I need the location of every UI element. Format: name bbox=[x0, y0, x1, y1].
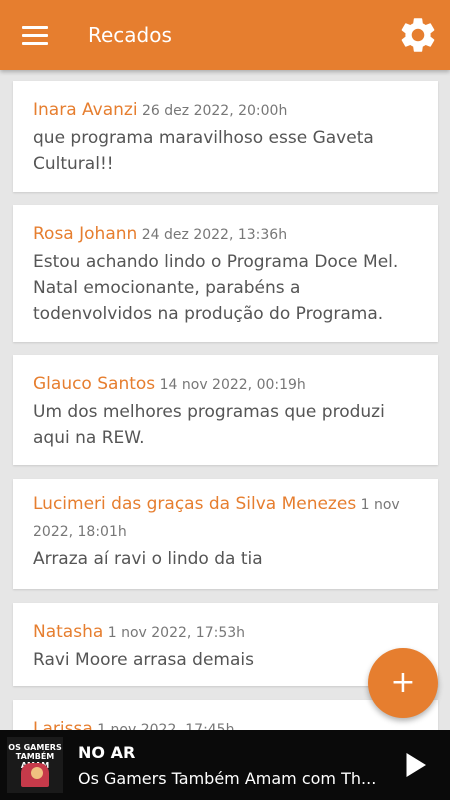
message-author: Lucimeri das graças da Silva Menezes bbox=[33, 494, 357, 514]
thumbnail-figure-head bbox=[31, 767, 43, 779]
add-message-button[interactable]: + bbox=[368, 648, 438, 718]
program-thumbnail: OS GAMERS TAMBÉM AMAM bbox=[7, 737, 63, 793]
message-date: 1 nov 2022, 17:45h bbox=[97, 722, 235, 730]
hamburger-menu-icon[interactable] bbox=[14, 17, 56, 53]
plus-icon: + bbox=[390, 665, 416, 700]
message-card[interactable]: Inara Avanzi 26 dez 2022, 20:00h que pro… bbox=[13, 81, 438, 192]
message-text: Arraza aí ravi o lindo da tia bbox=[33, 549, 263, 569]
message-date: 1 nov 2022, 17:53h bbox=[107, 625, 246, 641]
message-text: Um dos melhores programas que produzi aq… bbox=[33, 402, 385, 448]
live-status: NO AR bbox=[78, 743, 136, 762]
message-author: Rosa Johann bbox=[33, 224, 138, 244]
current-program-title: Os Gamers Também Amam com Th... bbox=[78, 769, 377, 788]
message-card[interactable]: Glauco Santos 14 nov 2022, 00:19h Um dos… bbox=[13, 355, 438, 465]
page-title: Recados bbox=[88, 23, 172, 47]
message-text: que programa maravilhoso esse Gaveta Cul… bbox=[33, 128, 374, 174]
message-meta: Larissa 1 nov 2022, 17:45h bbox=[33, 716, 424, 730]
play-icon[interactable] bbox=[396, 747, 432, 783]
message-meta: Rosa Johann 24 dez 2022, 13:36h bbox=[33, 221, 424, 249]
message-meta: Natasha 1 nov 2022, 17:53h bbox=[33, 619, 424, 647]
message-author: Glauco Santos bbox=[33, 374, 156, 394]
message-author: Larissa bbox=[33, 719, 93, 730]
message-date: 14 nov 2022, 00:19h bbox=[159, 377, 306, 393]
message-author: Natasha bbox=[33, 622, 104, 642]
radio-player-bar[interactable]: OS GAMERS TAMBÉM AMAM NO AR Os Gamers Ta… bbox=[0, 730, 450, 800]
message-meta: Glauco Santos 14 nov 2022, 00:19h bbox=[33, 371, 424, 399]
app-bar: Recados bbox=[0, 0, 450, 70]
message-date: 26 dez 2022, 20:00h bbox=[142, 103, 288, 119]
message-meta: Inara Avanzi 26 dez 2022, 20:00h bbox=[33, 97, 424, 125]
message-meta: Lucimeri das graças da Silva Menezes 1 n… bbox=[33, 491, 424, 546]
message-date: 24 dez 2022, 13:36h bbox=[141, 227, 288, 243]
thumbnail-title-line1: OS GAMERS bbox=[8, 743, 62, 752]
message-author: Inara Avanzi bbox=[33, 100, 138, 120]
gear-icon[interactable] bbox=[397, 14, 439, 56]
message-card[interactable]: Lucimeri das graças da Silva Menezes 1 n… bbox=[13, 479, 438, 589]
message-text: Ravi Moore arrasa demais bbox=[33, 650, 254, 670]
messages-list[interactable]: Inara Avanzi 26 dez 2022, 20:00h que pro… bbox=[0, 70, 450, 730]
message-text: Estou achando lindo o Programa Doce Mel.… bbox=[33, 252, 399, 324]
message-card[interactable]: Rosa Johann 24 dez 2022, 13:36h Estou ac… bbox=[13, 205, 438, 342]
